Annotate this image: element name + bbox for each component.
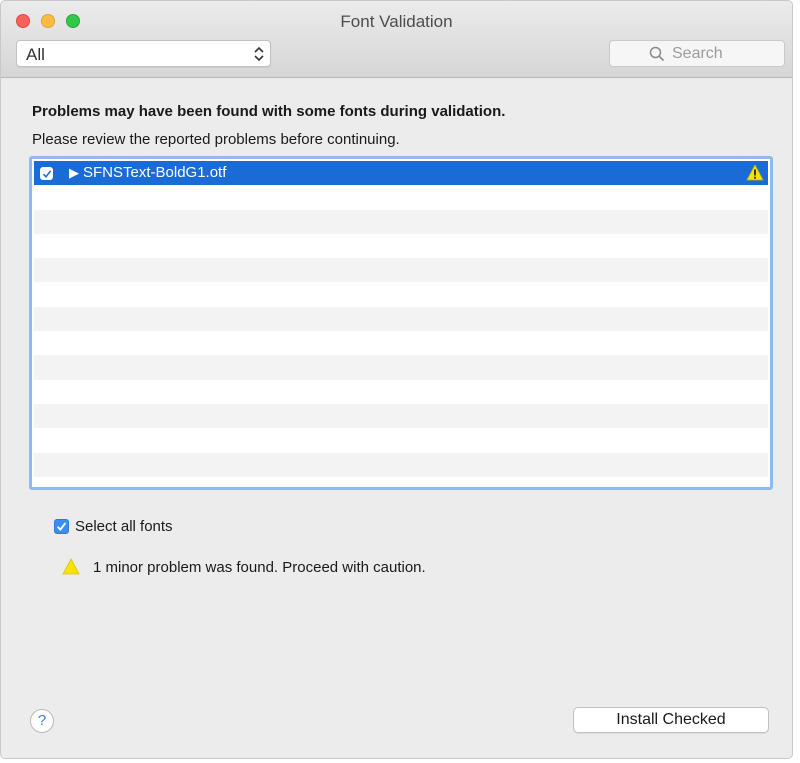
empty-list-row [34,428,768,453]
disclosure-triangle-icon[interactable]: ▶ [69,165,79,181]
warning-icon [62,558,80,575]
warning-icon [746,164,764,181]
search-field[interactable]: Search [609,40,785,67]
empty-list-row [34,403,768,429]
empty-list-row [34,185,768,210]
select-all-label: Select all fonts [75,518,173,535]
empty-list-row [34,355,768,380]
install-checked-button[interactable]: Install Checked [573,707,769,733]
font-validation-window: Font Validation All Search Problems may … [0,0,793,759]
checkmark-icon [56,522,67,532]
empty-list-row [34,233,768,259]
empty-list-row [34,258,768,283]
titlebar: Font Validation All Search [1,1,792,78]
window-title: Font Validation [340,12,453,31]
validation-subtext: Please review the reported problems befo… [32,131,400,148]
empty-list-row [34,282,768,307]
empty-list-row [34,331,768,356]
checkmark-icon [42,170,52,179]
empty-list-row [34,209,768,234]
font-row-checkbox[interactable] [40,167,53,180]
empty-list-row [34,306,768,332]
font-list[interactable]: ▶ SFNSText-BoldG1.otf [29,156,773,490]
help-button[interactable]: ? [30,709,54,733]
validation-status-message: 1 minor problem was found. Proceed with … [93,559,426,576]
filter-popup-label: All [26,45,45,64]
font-filename: SFNSText-BoldG1.otf [83,164,227,181]
search-placeholder: Search [672,45,723,62]
empty-list-row [34,452,768,477]
select-all-checkbox-box[interactable] [54,519,69,534]
validation-heading: Problems may have been found with some f… [32,103,506,120]
up-down-chevron-icon [254,46,264,62]
font-list-row[interactable]: ▶ SFNSText-BoldG1.otf [34,161,768,186]
font-list-rows: ▶ SFNSText-BoldG1.otf [34,161,768,485]
empty-list-row [34,379,768,404]
filter-popup-button[interactable]: All [16,40,271,67]
search-icon [649,46,665,62]
